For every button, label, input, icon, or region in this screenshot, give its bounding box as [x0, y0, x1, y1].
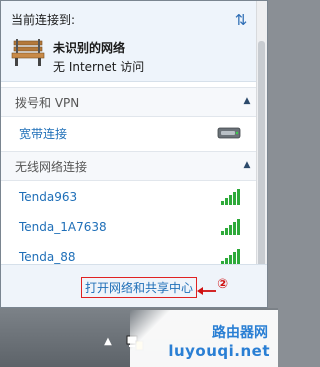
wifi-item[interactable]: Tenda_1A7638: [1, 214, 267, 242]
watermark-line2: luyouqi.net: [168, 342, 270, 360]
tray-expand-icon[interactable]: ▲: [102, 337, 114, 347]
scroll-thumb[interactable]: [258, 41, 265, 276]
network-bench-icon: [11, 39, 45, 66]
dialup-section-title: 拨号和 VPN: [15, 96, 80, 110]
network-status: 无 Internet 访问: [53, 60, 145, 74]
modem-icon: [217, 127, 241, 139]
signal-strength-icon: [221, 247, 243, 265]
flyout-footer: 打开网络和共享中心 ②: [1, 264, 267, 307]
connected-network-section: 当前连接到: ⇅ 未识别的网络 无 Internet 访问: [1, 1, 267, 82]
dialup-item-broadband[interactable]: 宽带连接: [1, 119, 267, 147]
dialup-item-label: 宽带连接: [19, 127, 68, 141]
chevron-up-icon[interactable]: ▲: [241, 95, 253, 107]
open-network-sharing-center-link[interactable]: 打开网络和共享中心: [81, 277, 198, 298]
signal-strength-icon: [221, 217, 243, 235]
wifi-item-label: Tenda_88: [19, 250, 76, 264]
wireless-section-title: 无线网络连接: [15, 160, 88, 174]
wifi-item-label: Tenda963: [19, 190, 78, 204]
connected-title: 当前连接到:: [11, 13, 76, 27]
watermark-line1: 路由器网: [212, 325, 268, 341]
wireless-section-header[interactable]: 无线网络连接 ▲: [1, 151, 267, 181]
watermark: 路由器网 luyouqi.net: [130, 310, 278, 367]
network-flyout: 当前连接到: ⇅ 未识别的网络 无 Internet 访问 拨号和 VPN ▲ …: [0, 0, 268, 308]
step-number: ②: [217, 277, 229, 292]
refresh-icon[interactable]: ⇅: [231, 10, 251, 30]
arrow-left-icon: [197, 287, 216, 295]
wifi-item[interactable]: Tenda963: [1, 184, 267, 212]
network-name: 未识别的网络: [53, 41, 126, 55]
wifi-item-label: Tenda_1A7638: [19, 220, 107, 234]
chevron-up-icon[interactable]: ▲: [241, 159, 253, 171]
signal-strength-icon: [221, 187, 243, 205]
scrollbar[interactable]: [256, 1, 267, 307]
dialup-section-header[interactable]: 拨号和 VPN ▲: [1, 87, 267, 117]
